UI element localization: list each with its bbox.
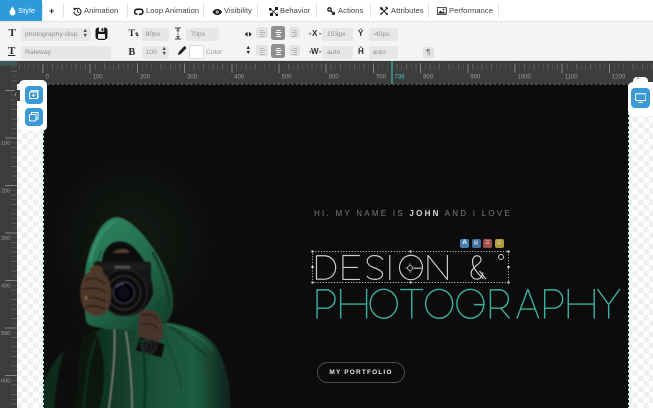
svg-text:900: 900 — [470, 75, 481, 81]
svg-text:400: 400 — [234, 75, 245, 81]
svg-text:700: 700 — [376, 75, 387, 81]
svg-text:800: 800 — [423, 75, 434, 81]
svg-text:400: 400 — [1, 283, 10, 289]
svg-text:100: 100 — [1, 141, 10, 147]
svg-text:500: 500 — [1, 331, 10, 337]
svg-text:1100: 1100 — [565, 75, 579, 81]
svg-text:1000: 1000 — [518, 75, 532, 81]
svg-text:600: 600 — [1, 378, 10, 384]
svg-text:1200: 1200 — [612, 75, 626, 81]
svg-text:600: 600 — [329, 75, 340, 81]
svg-text:300: 300 — [187, 75, 198, 81]
svg-text:200: 200 — [140, 75, 151, 81]
svg-text:0: 0 — [46, 75, 50, 81]
svg-text:300: 300 — [1, 236, 10, 242]
svg-text:500: 500 — [282, 75, 293, 81]
svg-text:200: 200 — [1, 188, 10, 194]
svg-text:100: 100 — [93, 75, 104, 81]
svg-text:738: 738 — [395, 75, 406, 81]
